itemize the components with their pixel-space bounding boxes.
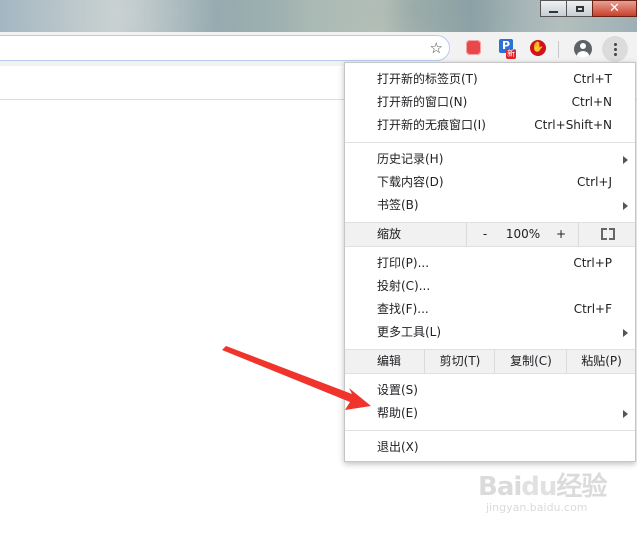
watermark-url: jingyan.baidu.com	[486, 501, 588, 514]
watermark-logo: Baidu经验	[478, 472, 607, 502]
annotation-arrow-shape	[222, 346, 371, 410]
baidu-watermark: Baidu经验 jingyan.baidu.com	[478, 466, 607, 514]
annotation-arrow	[222, 346, 371, 410]
